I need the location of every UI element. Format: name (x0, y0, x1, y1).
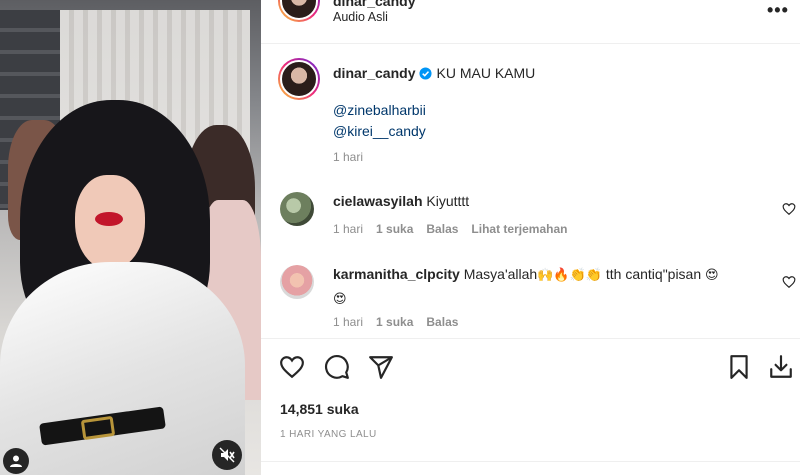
video-main-person-shirt (0, 262, 245, 475)
mute-toggle-button[interactable] (212, 440, 242, 470)
comment-emoji-line2: 😍 (333, 292, 347, 307)
heart-icon[interactable] (279, 354, 305, 380)
reel-video[interactable] (0, 0, 261, 475)
post-actions-section: 14,851 suka 1 HARI YANG LALU (261, 338, 800, 475)
comment-text: Kiyutttt (426, 193, 470, 209)
add-comment-area[interactable] (261, 461, 800, 475)
comment-emoji-end: 😍 (705, 268, 719, 283)
caption-line: dinar_candy KU MAU KAMU (333, 65, 535, 81)
author-avatar[interactable] (278, 0, 320, 22)
comment-emojis: 🙌🔥👏👏 (537, 268, 602, 283)
reply-button[interactable]: Balas (426, 315, 458, 329)
caption-author-avatar[interactable] (278, 58, 320, 100)
mention-link[interactable]: @zinebalharbii (333, 102, 426, 118)
comment-text-continued: tth cantiq"pisan (605, 266, 702, 282)
comment-timestamp[interactable]: 1 hari (333, 315, 363, 329)
muted-speaker-icon (219, 447, 235, 463)
comment-meta: 1 hari 1 suka Balas (333, 315, 471, 329)
post-header: dinar_candy Audio Asli ••• (261, 0, 800, 44)
author-username[interactable]: dinar_candy (333, 0, 415, 9)
comment-text-line: karmanitha_clpcity Masya'allah🙌🔥👏👏 tth c… (333, 263, 753, 311)
reply-button[interactable]: Balas (426, 222, 458, 236)
heart-icon[interactable] (782, 275, 796, 289)
comment-meta: 1 hari 1 suka Balas Lihat terjemahan (333, 222, 580, 236)
verified-badge-icon (419, 66, 433, 80)
tagged-users-button[interactable] (3, 448, 29, 474)
audio-link[interactable]: Audio Asli (333, 10, 388, 24)
send-icon[interactable] (368, 354, 394, 380)
user-icon (10, 455, 22, 467)
comment-likes[interactable]: 1 suka (376, 222, 413, 236)
comment-text: Masya'allah (463, 266, 538, 282)
commenter-username[interactable]: karmanitha_clpcity (333, 266, 460, 282)
comment-timestamp[interactable]: 1 hari (333, 222, 363, 236)
download-icon[interactable] (768, 354, 794, 380)
commenter-avatar[interactable] (280, 192, 314, 226)
caption-username[interactable]: dinar_candy (333, 65, 415, 81)
commenter-username[interactable]: cielawasyilah (333, 193, 423, 209)
comment-text-line: cielawasyilah Kiyutttt (333, 190, 753, 212)
video-main-person-lips (95, 212, 123, 226)
caption-text: KU MAU KAMU (436, 65, 536, 81)
like-count[interactable]: 14,851 suka (280, 401, 359, 417)
mention-link[interactable]: @kirei__candy (333, 123, 426, 139)
heart-icon[interactable] (782, 202, 796, 216)
caption-timestamp[interactable]: 1 hari (333, 150, 363, 164)
post-details-panel: dinar_candy Audio Asli ••• dinar_candy K… (261, 0, 800, 475)
translate-button[interactable]: Lihat terjemahan (471, 222, 567, 236)
bookmark-icon[interactable] (726, 354, 752, 380)
post-date: 1 HARI YANG LALU (280, 429, 377, 440)
commenter-avatar[interactable] (280, 265, 314, 299)
comment-likes[interactable]: 1 suka (376, 315, 413, 329)
more-options-button[interactable]: ••• (767, 0, 789, 21)
comment-icon[interactable] (324, 354, 350, 380)
